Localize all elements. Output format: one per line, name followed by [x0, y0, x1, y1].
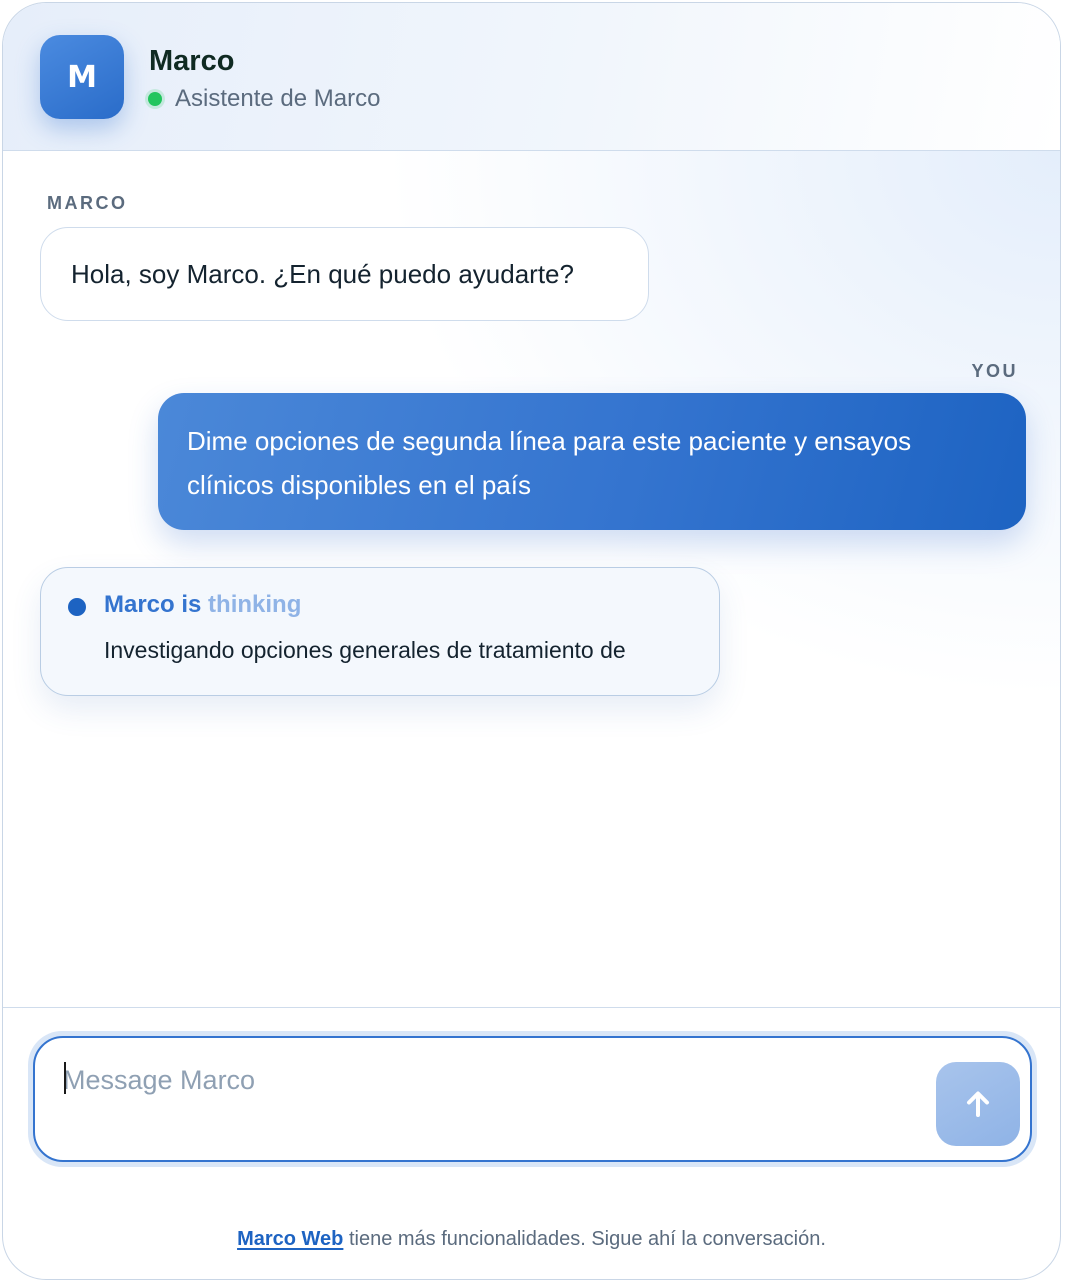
- thinking-dot-icon: [68, 598, 86, 616]
- send-button[interactable]: [936, 1062, 1020, 1146]
- thinking-title-faded: thinking: [208, 591, 302, 618]
- arrow-up-icon: [967, 1091, 989, 1117]
- message-list: MARCO Hola, soy Marco. ¿En qué puedo ayu…: [3, 151, 1060, 1008]
- thinking-indicator: Marco is thinking Investigando opciones …: [40, 567, 720, 696]
- message-input[interactable]: [63, 1060, 923, 1100]
- message-composer[interactable]: [33, 1036, 1032, 1162]
- text-caret: [64, 1062, 66, 1094]
- user-sender-label: YOU: [971, 361, 1018, 381]
- thinking-title: Marco is thinking: [104, 591, 301, 619]
- bot-sender-label: MARCO: [47, 193, 128, 213]
- marco-web-link[interactable]: Marco Web: [237, 1228, 343, 1250]
- bot-message-bubble: Hola, soy Marco. ¿En qué puedo ayudarte?: [40, 227, 649, 321]
- footer-note: Marco Web tiene más funcionalidades. Sig…: [3, 1228, 1060, 1251]
- user-message-bubble: Dime opciones de segunda línea para este…: [158, 393, 1026, 530]
- assistant-subtitle: Asistente de Marco: [175, 85, 381, 112]
- bot-message-text: Hola, soy Marco. ¿En qué puedo ayudarte?: [71, 258, 574, 289]
- footer-text: tiene más funcionalidades. Sigue ahí la …: [348, 1228, 826, 1250]
- thinking-status-text: Investigando opciones generales de trata…: [104, 637, 626, 663]
- user-message-text: Dime opciones de segunda línea para este…: [187, 426, 912, 500]
- online-status-icon: [148, 92, 162, 106]
- assistant-name: Marco: [149, 45, 235, 77]
- chat-window: M Marco Asistente de Marco MARCO Hola, s…: [2, 2, 1061, 1280]
- chat-header: M Marco Asistente de Marco: [3, 3, 1060, 151]
- thinking-title-solid: Marco is: [104, 591, 202, 618]
- avatar: M: [40, 35, 124, 119]
